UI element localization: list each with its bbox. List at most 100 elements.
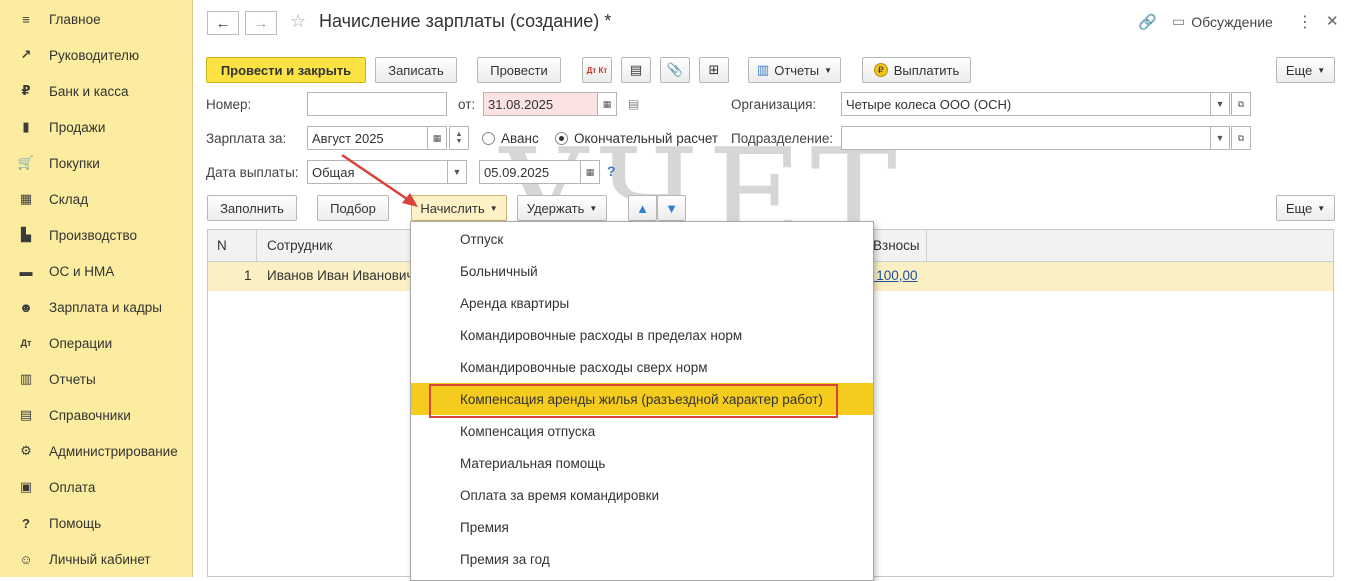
- menu-item-financial-aid[interactable]: Материальная помощь: [411, 447, 873, 479]
- menu-item-vacation-compensation[interactable]: Компенсация отпуска: [411, 415, 873, 447]
- employee-name: Иванов Иван Иванович: [267, 268, 414, 283]
- sidebar-item-label: Оплата: [49, 479, 96, 495]
- person-icon: ☻: [19, 299, 33, 315]
- dt-kt-button[interactable]: Дт Кт: [582, 57, 612, 83]
- menu-item-annual-bonus[interactable]: Премия за год: [411, 543, 873, 575]
- table-more-label: Еще: [1285, 200, 1313, 216]
- period-stepper[interactable]: ▲ ▼: [449, 126, 469, 150]
- sidebar-item-warehouse[interactable]: ▦ Склад: [0, 181, 193, 217]
- sidebar-item-account[interactable]: ☺ Личный кабинет: [0, 541, 193, 577]
- sidebar-item-main[interactable]: ≡ Главное: [0, 1, 193, 37]
- sidebar-item-bank[interactable]: ₽ Банк и касса: [0, 73, 193, 109]
- menu-item-travel-within-norms[interactable]: Командировочные расходы в пределах норм: [411, 319, 873, 351]
- sidebar-item-label: Администрирование: [49, 443, 178, 459]
- discussion-button[interactable]: ▭ Обсуждение: [1172, 13, 1273, 30]
- page-title: Начисление зарплаты (создание) *: [319, 11, 612, 31]
- cart-icon: 🛒: [17, 155, 35, 170]
- row-number: 1: [244, 268, 252, 283]
- menu-item-housing-compensation[interactable]: Компенсация аренды жилья (разъездной хар…: [411, 383, 873, 415]
- more-button[interactable]: Еще ▼: [1276, 57, 1335, 83]
- pay-date-field[interactable]: 05.09.2025 ▦: [479, 160, 600, 184]
- fill-button[interactable]: Заполнить: [207, 195, 297, 221]
- sidebar-item-reports[interactable]: ▥ Отчеты: [0, 361, 193, 397]
- sidebar-item-label: ОС и НМА: [49, 263, 115, 279]
- post-and-close-button[interactable]: Провести и закрыть: [206, 57, 366, 83]
- pay-button[interactable]: ₽ Выплатить: [862, 57, 971, 83]
- post-button[interactable]: Провести: [477, 57, 561, 83]
- number-field[interactable]: [307, 92, 447, 116]
- question-icon: ?: [22, 515, 30, 531]
- calendar-icon[interactable]: ▦: [580, 161, 599, 183]
- final-calc-radio[interactable]: Окончательный расчет: [555, 131, 718, 146]
- move-up-icon[interactable]: ▲: [628, 195, 657, 221]
- chevron-down-icon: ▼: [1317, 203, 1326, 213]
- bar-chart-icon: ▥: [19, 371, 33, 386]
- menu-item-apartment-rent[interactable]: Аренда квартиры: [411, 287, 873, 319]
- chevron-down-icon: ▼: [589, 203, 598, 213]
- advance-radio[interactable]: Аванс: [482, 131, 539, 146]
- menu-item-vacation[interactable]: Отпуск: [411, 223, 873, 255]
- column-header-contributions[interactable]: Взносы: [873, 238, 920, 253]
- forward-button[interactable]: →: [245, 11, 277, 35]
- sidebar-item-label: Покупки: [49, 155, 100, 171]
- sidebar-item-help[interactable]: ? Помощь: [0, 505, 193, 541]
- sidebar-item-production[interactable]: ▙ Производство: [0, 217, 193, 253]
- dt-kt-icon: Дт: [20, 338, 32, 348]
- open-organization-icon[interactable]: ⧉: [1231, 92, 1251, 116]
- menu-item-travel-over-norms[interactable]: Командировочные расходы сверх норм: [411, 351, 873, 383]
- organization-value: Четыре колеса ООО (ОСН): [846, 97, 1012, 112]
- back-button[interactable]: ←: [207, 11, 239, 35]
- calendar-icon[interactable]: ▦: [597, 93, 616, 115]
- organization-field[interactable]: Четыре колеса ООО (ОСН) ▼: [841, 92, 1230, 116]
- withhold-label: Удержать: [526, 200, 585, 216]
- reports-label: Отчеты: [774, 62, 820, 78]
- menu-item-sick-leave[interactable]: Больничный: [411, 255, 873, 287]
- sidebar-item-references[interactable]: ▤ Справочники: [0, 397, 193, 433]
- department-field[interactable]: ▼: [841, 126, 1230, 150]
- history-icon[interactable]: ▤: [628, 97, 639, 111]
- sidebar-item-assets[interactable]: ▬ ОС и НМА: [0, 253, 193, 289]
- favorite-star-icon[interactable]: ☆: [290, 11, 306, 32]
- radio-selected-icon: [555, 132, 568, 145]
- sidebar-item-sales[interactable]: ▮ Продажи: [0, 109, 193, 145]
- radio-empty-icon: [482, 132, 495, 145]
- write-button[interactable]: Записать: [375, 57, 457, 83]
- sidebar-item-payment[interactable]: ▣ Оплата: [0, 469, 193, 505]
- sidebar-item-operations[interactable]: Дт Операции: [0, 325, 193, 361]
- salary-period-label: Зарплата за:: [206, 131, 287, 146]
- sidebar-item-purchases[interactable]: 🛒 Покупки: [0, 145, 193, 181]
- help-link[interactable]: ?: [607, 163, 616, 179]
- menu-item-trip-pay[interactable]: Оплата за время командировки: [411, 479, 873, 511]
- sidebar-item-salary[interactable]: ☻ Зарплата и кадры: [0, 289, 193, 325]
- document-icon[interactable]: ▤: [621, 57, 651, 83]
- sidebar-item-label: Главное: [49, 11, 101, 27]
- sidebar-item-admin[interactable]: ⚙ Администрирование: [0, 433, 193, 469]
- book-icon: ▤: [19, 407, 33, 422]
- open-department-icon[interactable]: ⧉: [1231, 126, 1251, 150]
- chevron-down-icon[interactable]: ▼: [1210, 93, 1229, 115]
- date-field[interactable]: 31.08.2025 ▦: [483, 92, 617, 116]
- sidebar-item-label: Банк и касса: [49, 83, 129, 99]
- more-menu-icon[interactable]: ⋮: [1297, 12, 1313, 32]
- sidebar-item-label: Продажи: [49, 119, 106, 135]
- table-more-button[interactable]: Еще ▼: [1276, 195, 1335, 221]
- calendar-icon[interactable]: ▦: [427, 127, 446, 149]
- reports-button[interactable]: ▥ Отчеты ▼: [748, 57, 841, 83]
- move-down-icon[interactable]: ▼: [657, 195, 686, 221]
- column-header-employee[interactable]: Сотрудник: [267, 238, 333, 253]
- sidebar-item-manager[interactable]: ↗ Руководителю: [0, 37, 193, 73]
- payment-icon: ▣: [19, 479, 33, 494]
- trend-icon: ↗: [20, 47, 32, 62]
- attachment-icon[interactable]: 📎: [660, 57, 690, 83]
- sidebar-item-label: Производство: [49, 227, 138, 243]
- menu-item-bonus[interactable]: Премия: [411, 511, 873, 543]
- chevron-down-icon[interactable]: ▼: [447, 161, 466, 183]
- date-value: 31.08.2025: [488, 97, 554, 112]
- chevron-down-icon[interactable]: ▼: [1210, 127, 1229, 149]
- close-icon[interactable]: ✕: [1326, 12, 1339, 30]
- withhold-dropdown-button[interactable]: Удержать ▼: [517, 195, 607, 221]
- gear-icon: ⚙: [20, 443, 32, 458]
- link-icon[interactable]: 🔗: [1138, 13, 1157, 31]
- structure-icon[interactable]: ⊞: [699, 57, 729, 83]
- column-header-n[interactable]: N: [217, 238, 227, 253]
